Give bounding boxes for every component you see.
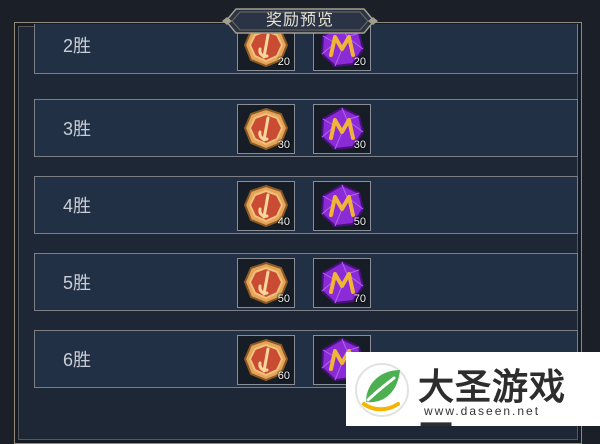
coin-quantity: 30 xyxy=(277,139,290,151)
coin-slot[interactable]: 40 xyxy=(237,181,295,231)
coin-slot[interactable]: 30 xyxy=(237,104,295,154)
coin-slot[interactable]: 50 xyxy=(237,258,295,308)
coin-slot[interactable]: 60 xyxy=(237,335,295,385)
gem-quantity: 70 xyxy=(353,293,366,305)
leaf-logo-icon xyxy=(355,363,409,417)
gem-slot[interactable]: 70 xyxy=(313,258,371,308)
site-watermark: 大圣游戏网 www.daseen.net xyxy=(346,352,600,426)
panel-title: 奖励预览 xyxy=(265,12,334,29)
gem-slot[interactable]: 50 xyxy=(313,181,371,231)
reward-row: 4胜 40 50 xyxy=(34,176,578,234)
reward-row: 3胜 30 30 xyxy=(34,99,578,157)
win-count-label: 2胜 xyxy=(63,36,92,56)
gem-quantity: 50 xyxy=(353,216,366,228)
gem-quantity: 20 xyxy=(353,56,366,68)
win-count-label: 4胜 xyxy=(63,196,92,216)
gem-quantity: 30 xyxy=(353,139,366,151)
coin-quantity: 60 xyxy=(277,370,290,382)
coin-quantity: 20 xyxy=(277,56,290,68)
reward-row: 5胜 50 70 xyxy=(34,253,578,311)
win-count-label: 5胜 xyxy=(63,273,92,293)
gem-slot[interactable]: 30 xyxy=(313,104,371,154)
win-count-label: 6胜 xyxy=(63,350,92,370)
win-count-label: 3胜 xyxy=(63,119,92,139)
watermark-url: www.daseen.net xyxy=(424,404,541,418)
coin-quantity: 40 xyxy=(277,216,290,228)
title-plaque: 奖励预览 xyxy=(222,6,378,36)
coin-quantity: 50 xyxy=(277,293,290,305)
